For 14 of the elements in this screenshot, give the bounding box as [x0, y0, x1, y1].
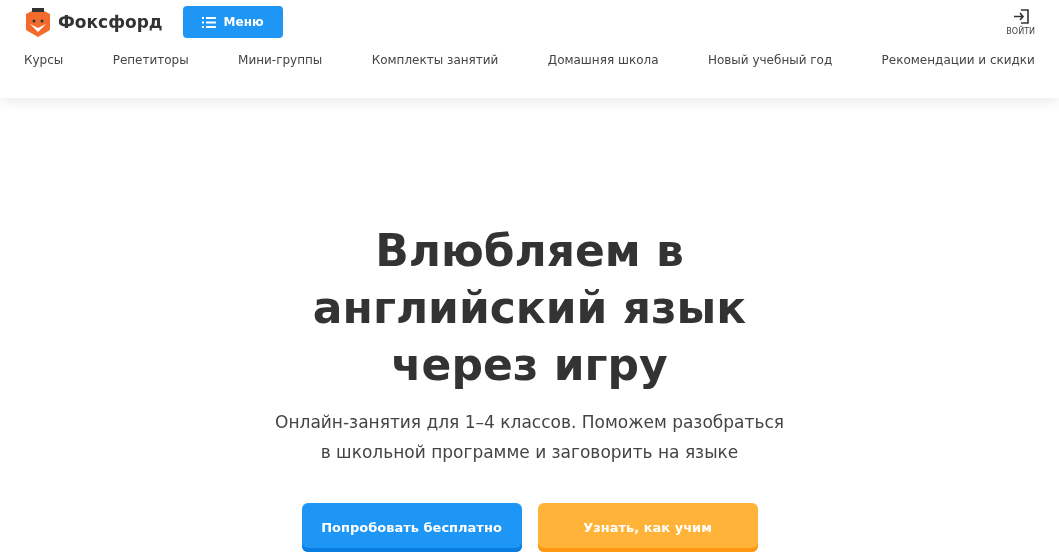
nav-link[interactable]: Репетиторы [112, 53, 189, 67]
menu-icon [201, 16, 216, 28]
logo-text[interactable]: Фоксфорд [58, 12, 163, 32]
nav-link[interactable]: Рекомендации и скидки [881, 53, 1035, 67]
nav-link[interactable]: Новый учебный год [707, 53, 833, 67]
hero-title: Влюбляем в английский язык через игру [311, 224, 748, 392]
nav-link[interactable]: Мини-группы [238, 53, 323, 67]
nav-link[interactable]: Домашняя школа [547, 53, 659, 67]
hero-subtitle: Онлайн-занятия для 1–4 классов. Поможем разобраться в школьной программе и заговорить на языке [274, 411, 785, 464]
nav-link[interactable]: Курсы [24, 53, 64, 67]
login-link[interactable]: ВОЙТИ [1006, 8, 1035, 36]
nav-link[interactable]: Комплекты занятий [371, 53, 499, 67]
login-icon [1012, 8, 1029, 24]
fox-logo-icon [24, 6, 52, 38]
